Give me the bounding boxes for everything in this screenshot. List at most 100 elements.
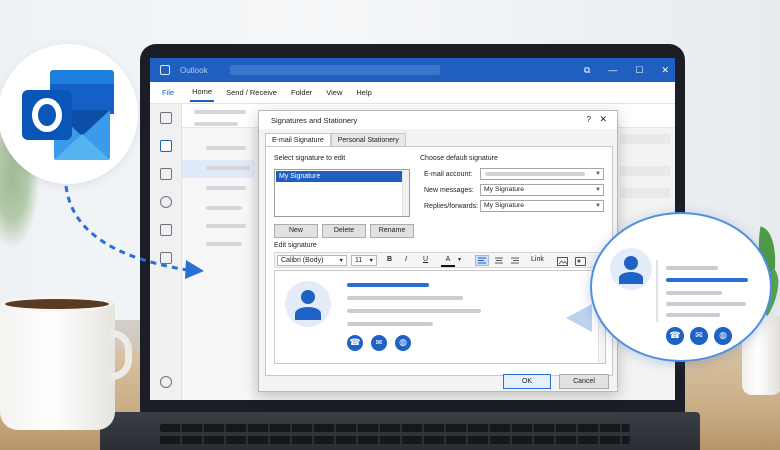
chevron-down-icon: ▼: [595, 203, 601, 209]
phone-icon: ☎: [666, 327, 684, 345]
chevron-down-icon: ▼: [595, 187, 601, 193]
business-card-button[interactable]: [575, 257, 586, 270]
signature-zoom-callout: ☎ ✉ ◍: [590, 212, 772, 362]
contact-placeholder: [347, 322, 433, 326]
edit-signature-label: Edit signature: [274, 242, 317, 249]
align-right-button[interactable]: [509, 257, 521, 270]
callout-line: [666, 313, 720, 317]
ribbon-placeholder: [194, 110, 246, 114]
mail-icon[interactable]: [160, 140, 172, 152]
dialog-title: Signatures and Stationery: [271, 115, 358, 125]
callout-line: [666, 291, 722, 295]
font-color-button[interactable]: A: [441, 255, 455, 267]
dialog-titlebar: Signatures and Stationery ? ✕: [259, 111, 617, 129]
coauthor-icon[interactable]: ⧉: [584, 65, 590, 76]
font-size-select[interactable]: 11 ▼: [351, 255, 377, 266]
dashed-arrow: [64, 185, 204, 279]
avatar-head: [301, 290, 315, 304]
align-left-button[interactable]: [475, 255, 489, 266]
bold-button[interactable]: B: [387, 255, 392, 265]
new-messages-select[interactable]: My Signature ▼: [480, 184, 604, 196]
font-size-value: 11: [355, 257, 363, 264]
delete-signature-button[interactable]: Delete: [322, 224, 366, 238]
ok-button[interactable]: OK: [503, 374, 551, 389]
signatures-dialog: Signatures and Stationery ? ✕ E-mail Sig…: [258, 110, 618, 392]
avatar-body: [295, 307, 321, 320]
avatar: [285, 281, 331, 327]
tab-send-receive[interactable]: Send / Receive: [224, 84, 279, 101]
folder-pane-icon[interactable]: [160, 112, 172, 124]
new-messages-label: New messages:: [424, 187, 474, 194]
outlook-app-icon: [160, 65, 170, 75]
name-placeholder: [347, 283, 429, 287]
callout-pointer: [566, 304, 592, 332]
align-center-button[interactable]: [493, 257, 505, 270]
arrow-head-icon: [185, 260, 204, 279]
font-value: Calibri (Body): [281, 257, 324, 264]
signature-list-scrollbar[interactable]: [402, 170, 409, 216]
chevron-down-icon: ▼: [368, 258, 374, 264]
replies-forwards-select[interactable]: My Signature ▼: [480, 200, 604, 212]
italic-button[interactable]: I: [405, 255, 407, 265]
chevron-down-icon: ▼: [338, 258, 344, 264]
picture-icon: [557, 257, 568, 266]
tab-help[interactable]: Help: [354, 84, 373, 101]
reading-pane-line: [620, 188, 670, 198]
ribbon-tabs: File Home Send / Receive Folder View Hel…: [150, 82, 675, 104]
email-account-label: E-mail account:: [424, 171, 473, 178]
outlook-logo-badge: [0, 44, 138, 184]
insert-picture-button[interactable]: [557, 257, 568, 270]
reading-pane-line: [620, 166, 670, 176]
tab-folder[interactable]: Folder: [289, 84, 314, 101]
signature-toolbar: Calibri (Body) ▼ 11 ▼ B I U A ▼ Link: [274, 252, 606, 268]
select-signature-label: Select signature to edit: [274, 155, 346, 162]
title-placeholder: [347, 296, 463, 300]
avatar-head: [624, 256, 638, 270]
replies-forwards-label: Replies/forwards:: [424, 203, 479, 210]
tab-file[interactable]: File: [160, 84, 176, 101]
underline-button[interactable]: U: [423, 255, 428, 265]
cancel-button[interactable]: Cancel: [559, 374, 609, 389]
insert-link-button[interactable]: Link: [531, 255, 544, 265]
coffee-surface: [2, 296, 112, 312]
callout-name-line: [666, 278, 748, 282]
email-icon: ✉: [690, 327, 708, 345]
calendar-icon[interactable]: [160, 168, 172, 180]
dialog-close-button[interactable]: ✕: [599, 114, 607, 125]
chevron-down-icon[interactable]: ▼: [457, 255, 462, 265]
maximize-button[interactable]: ☐: [635, 65, 643, 76]
new-signature-button[interactable]: New: [274, 224, 318, 238]
folder-placeholder: [206, 166, 250, 170]
avatar-body: [619, 272, 643, 284]
callout-line: [666, 302, 746, 306]
reading-pane-line: [620, 134, 670, 144]
rename-signature-button[interactable]: Rename: [370, 224, 414, 238]
email-account-value: [485, 172, 585, 176]
tab-view[interactable]: View: [324, 84, 344, 101]
ribbon-placeholder: [194, 122, 238, 126]
callout-divider: [656, 260, 658, 322]
tab-home[interactable]: Home: [190, 83, 215, 102]
font-select[interactable]: Calibri (Body) ▼: [277, 255, 347, 266]
callout-line: [666, 266, 718, 270]
close-button[interactable]: ✕: [661, 65, 669, 76]
minimize-button[interactable]: —: [608, 65, 617, 75]
keyboard-keys: [160, 424, 630, 432]
search-box[interactable]: [230, 65, 440, 75]
tab-personal-stationery[interactable]: Personal Stationery: [330, 133, 406, 147]
chevron-down-icon: ▼: [595, 171, 601, 177]
signature-editor[interactable]: ☎ ✉ ◍: [274, 270, 606, 364]
more-apps-icon[interactable]: [160, 376, 172, 388]
tab-email-signature[interactable]: E-mail Signature: [265, 133, 331, 147]
signature-item[interactable]: My Signature: [276, 171, 402, 182]
email-icon: ✉: [371, 335, 387, 351]
signature-list[interactable]: My Signature: [274, 169, 410, 217]
company-placeholder: [347, 309, 481, 313]
phone-icon: ☎: [347, 335, 363, 351]
outlook-logo-icon: [22, 70, 114, 160]
business-card-icon: [575, 257, 586, 266]
email-account-select[interactable]: ▼: [480, 168, 604, 180]
help-button[interactable]: ?: [587, 115, 591, 124]
dialog-tabs: E-mail Signature Personal Stationery: [265, 133, 406, 147]
default-signature-label: Choose default signature: [420, 155, 498, 162]
